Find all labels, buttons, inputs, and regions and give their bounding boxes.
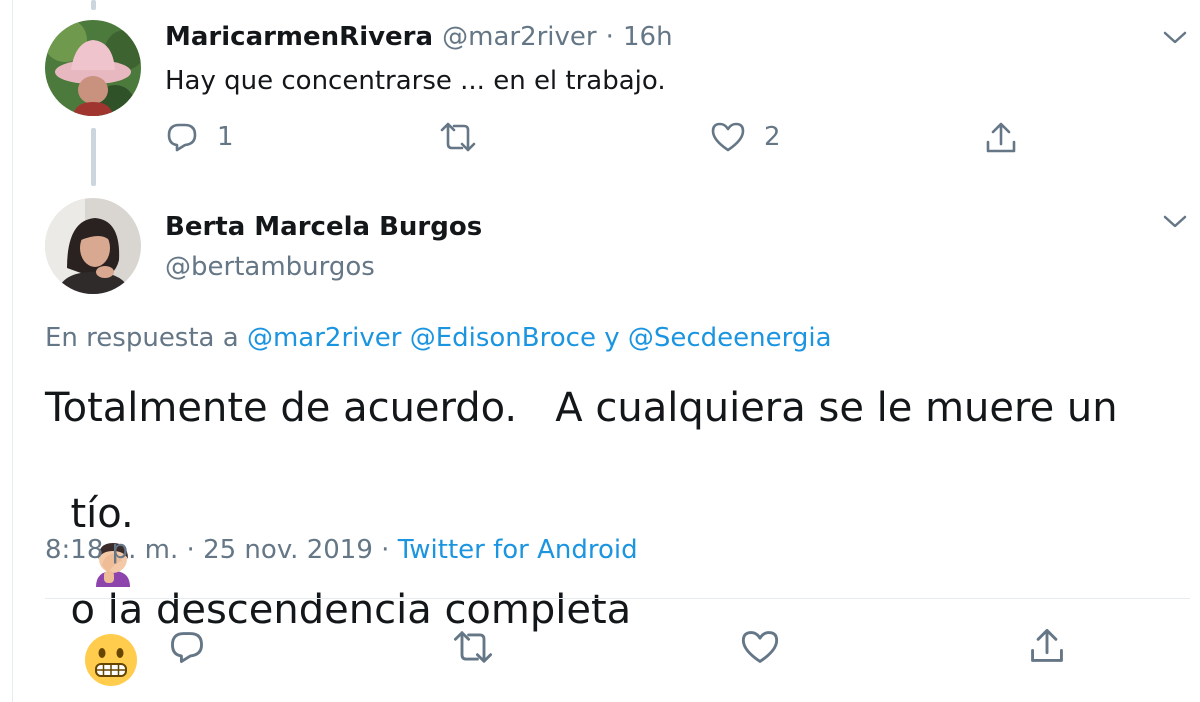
- main-action-retweet[interactable]: [451, 628, 495, 666]
- replying-to-line: En respuesta a @mar2river @EdisonBroce y…: [45, 323, 832, 353]
- mention-mar2river[interactable]: @mar2river: [247, 323, 401, 353]
- replying-to-label: En respuesta a: [45, 323, 239, 353]
- main-tweet-time[interactable]: 8:18 p. m.: [45, 535, 178, 565]
- main-tweet-date[interactable]: 25 nov. 2019: [203, 535, 373, 565]
- mention-edisonbroce[interactable]: @EdisonBroce: [410, 323, 596, 353]
- like-count: 2: [764, 122, 781, 152]
- chevron-down-icon[interactable]: [1162, 214, 1188, 230]
- grimacing-emoji: [85, 634, 138, 686]
- heart-icon: [711, 122, 745, 152]
- retweet-icon: [440, 122, 476, 152]
- reply-count: 1: [217, 122, 234, 152]
- main-tweet-text-line-1: Totalmente de acuerdo. A cualquiera se l…: [45, 385, 1118, 431]
- main-tweet-text-line-2: tío. o la descendencia completa: [45, 445, 631, 687]
- reply-action-retweet[interactable]: [438, 120, 478, 154]
- reply-author-handle[interactable]: @mar2river: [442, 22, 596, 52]
- reply-author-name[interactable]: MaricarmenRivera: [165, 22, 433, 52]
- retweet-icon: [453, 631, 493, 663]
- mention-secdeenergia[interactable]: @Secdeenergia: [628, 323, 832, 353]
- main-action-reply[interactable]: [168, 628, 206, 666]
- main-action-share[interactable]: [1028, 626, 1066, 666]
- meta-separator: ·: [381, 535, 390, 565]
- chevron-down-icon[interactable]: [1162, 30, 1188, 46]
- avatar-berta[interactable]: [45, 198, 141, 294]
- reply-action-like[interactable]: 2: [710, 120, 781, 154]
- reply-action-reply[interactable]: 1: [165, 120, 234, 154]
- reply-separator: ·: [605, 22, 614, 52]
- thread-line-middle: [91, 128, 96, 186]
- main-tweet-meta: 8:18 p. m. · 25 nov. 2019 · Twitter for …: [45, 535, 638, 565]
- reply-author-line: MaricarmenRivera @mar2river · 16h: [165, 22, 673, 52]
- reply-icon: [171, 632, 203, 663]
- main-author-handle[interactable]: @bertamburgos: [165, 252, 375, 282]
- avatar-maricarmen[interactable]: [45, 20, 141, 116]
- main-action-like[interactable]: [740, 628, 780, 666]
- main-tweet-text-part-1: tío.: [70, 491, 134, 537]
- share-icon: [1031, 629, 1063, 662]
- main-tweet-source[interactable]: Twitter for Android: [398, 535, 638, 565]
- meta-separator: ·: [186, 535, 195, 565]
- reply-action-share[interactable]: [984, 120, 1018, 156]
- reply-icon: [167, 123, 197, 152]
- main-tweet-text-part-2: o la descendencia completa: [70, 587, 632, 633]
- reply-tweet-text: Hay que concentrarse ... en el trabajo.: [165, 66, 666, 96]
- mention-conjunction: y: [604, 323, 620, 353]
- main-author-name[interactable]: Berta Marcela Burgos: [165, 212, 482, 242]
- share-icon: [986, 122, 1016, 153]
- divider: [45, 598, 1190, 599]
- heart-icon: [741, 631, 779, 663]
- thread-line-top: [91, 0, 96, 10]
- reply-timestamp[interactable]: 16h: [623, 22, 673, 52]
